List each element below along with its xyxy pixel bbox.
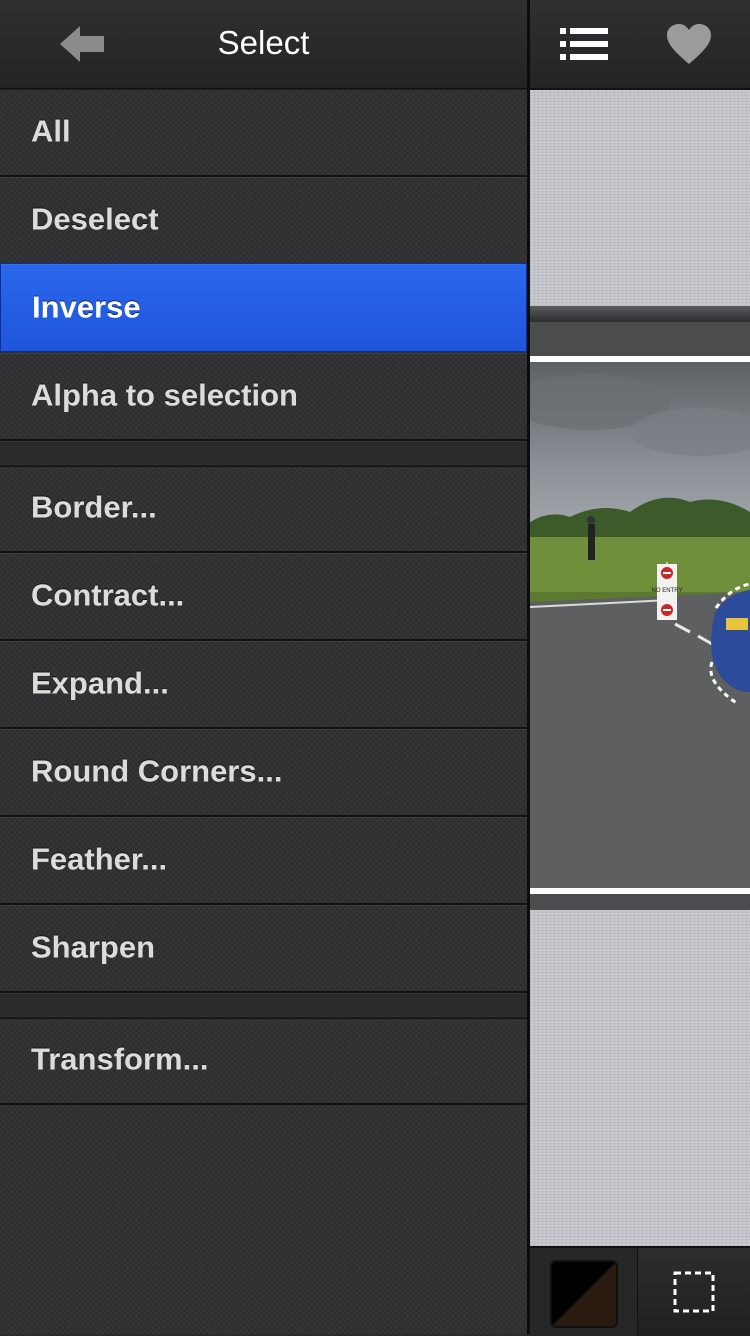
- menu-item-label: Transform...: [31, 1041, 209, 1077]
- list-icon: [560, 28, 608, 60]
- menu-item-label: Round Corners...: [31, 753, 283, 789]
- menu-item-label: Expand...: [31, 665, 169, 701]
- sign-text: NO ENTRY: [652, 588, 683, 594]
- menu-item-sharpen[interactable]: Sharpen: [0, 905, 527, 993]
- menu-item-transform[interactable]: Transform...: [0, 1017, 527, 1105]
- menu-item-feather[interactable]: Feather...: [0, 817, 527, 905]
- canvas-background: [530, 910, 750, 1246]
- photo-image: NO ENTRY: [530, 362, 750, 888]
- color-swatch-icon: [552, 1262, 616, 1326]
- menu-item-label: Inverse: [32, 288, 141, 324]
- menu-item-label: Contract...: [31, 577, 185, 613]
- menu-item-label: Border...: [31, 489, 157, 525]
- menu-header: Select: [0, 0, 527, 90]
- color-swatch[interactable]: [550, 1260, 618, 1328]
- menu-item-round-corners[interactable]: Round Corners...: [0, 729, 527, 817]
- menu-item-label: Deselect: [31, 201, 159, 237]
- marquee-select-icon: [673, 1271, 715, 1313]
- canvas-shadow: [530, 306, 750, 322]
- image-edge: [530, 322, 750, 356]
- heart-icon: [667, 24, 711, 64]
- canvas-background: [530, 90, 750, 306]
- top-toolbar: [530, 0, 750, 90]
- menu-item-inverse[interactable]: Inverse: [0, 263, 527, 352]
- menu-item-alpha-to-selection[interactable]: Alpha to selection: [0, 353, 527, 441]
- image-edge: [530, 894, 750, 910]
- menu-item-label: All: [31, 113, 71, 149]
- menu-item-expand[interactable]: Expand...: [0, 641, 527, 729]
- menu-item-deselect[interactable]: Deselect: [0, 177, 527, 265]
- menu-item-contract[interactable]: Contract...: [0, 553, 527, 641]
- menu-item-all[interactable]: All: [0, 89, 527, 177]
- canvas-image[interactable]: NO ENTRY: [530, 322, 750, 910]
- layers-list-button[interactable]: [558, 22, 610, 71]
- menu-item-label: Feather...: [31, 841, 168, 877]
- select-tool-button[interactable]: [638, 1248, 750, 1336]
- menu-section-separator: [0, 993, 527, 1019]
- bottom-toolbar: [530, 1246, 750, 1336]
- page-title: Select: [217, 24, 310, 61]
- favorite-button[interactable]: [665, 22, 713, 71]
- menu-section-separator: [0, 441, 527, 467]
- menu-item-label: Alpha to selection: [31, 377, 298, 413]
- menu-item-label: Sharpen: [31, 929, 156, 965]
- menu-item-border[interactable]: Border...: [0, 465, 527, 553]
